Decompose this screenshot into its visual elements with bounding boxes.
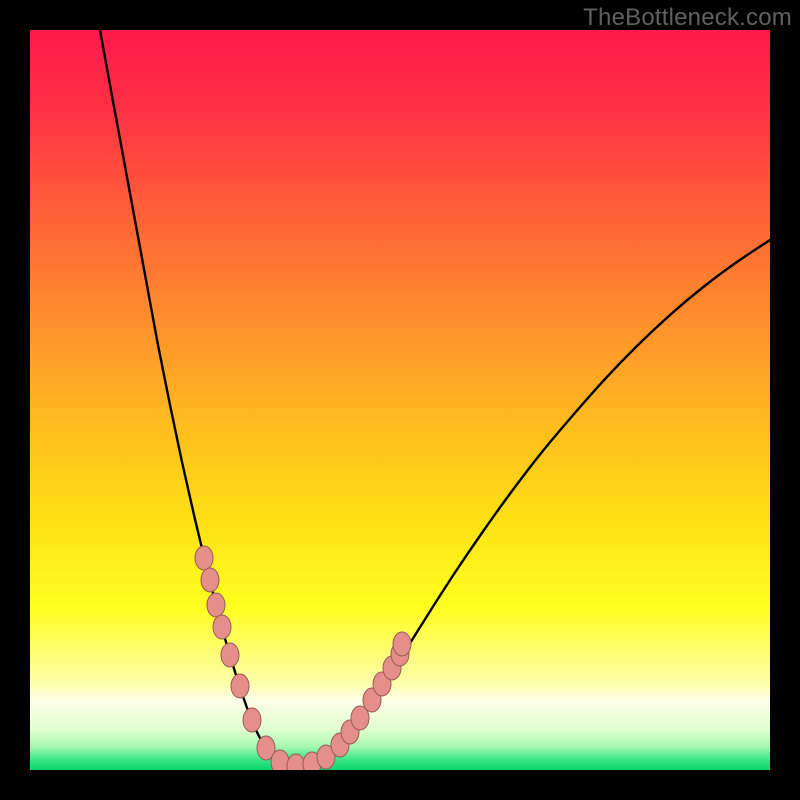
data-marker [231,674,249,698]
bottleneck-chart [30,30,770,770]
data-marker [195,546,213,570]
data-marker [243,708,261,732]
chart-frame [30,30,770,770]
data-marker [271,750,289,770]
data-marker [207,593,225,617]
data-marker [393,632,411,656]
data-marker [213,615,231,639]
watermark-text: TheBottleneck.com [583,4,792,32]
data-marker [221,643,239,667]
data-marker [201,568,219,592]
